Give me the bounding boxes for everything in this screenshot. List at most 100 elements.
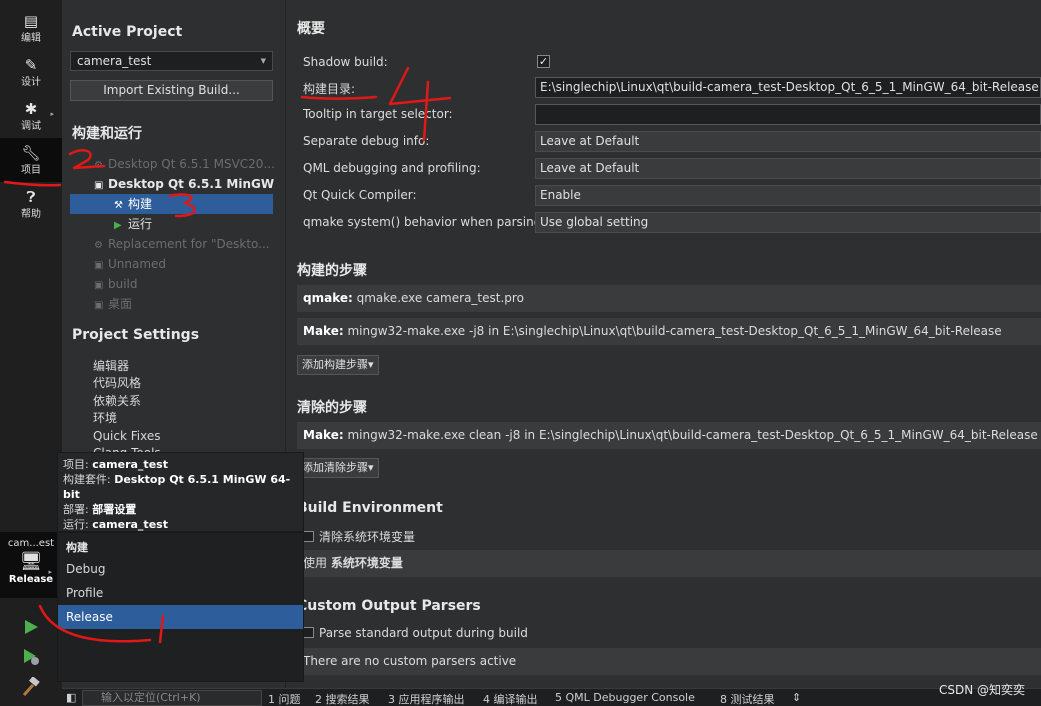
checkbox-box (303, 627, 314, 638)
mode-edit[interactable]: ▤ 编辑 (0, 6, 62, 50)
custom-parsers-summary: There are no custom parsers active (297, 648, 1041, 675)
watermark: CSDN @知奕奕 (938, 683, 1025, 697)
custom-parsers-heading: Custom Output Parsers (297, 598, 481, 614)
qt-quick-compiler-label: Qt Quick Compiler: (303, 188, 417, 202)
output-tab-compile-output[interactable]: 4 编译输出 (483, 691, 538, 706)
mode-design[interactable]: ✎ 设计 (0, 50, 62, 94)
run-icon (25, 620, 38, 634)
mode-debug[interactable]: ✱ 调试 ▸ (0, 94, 62, 138)
build-step-qmake[interactable]: qmake: qmake.exe camera_test.pro (297, 285, 1041, 312)
monitor-icon: 🖥︎ (19, 551, 43, 572)
kit-info-popup: 项目: camera_test 构建套件: Desktop Qt 6.5.1 M… (57, 452, 304, 532)
build-dir-input[interactable]: E:\singlechip\Linux\qt\build-camera_test… (535, 77, 1041, 98)
tree-kit-replacement[interactable]: ⚙ Replacement for "Deskto... (94, 234, 274, 254)
tree-kit-msvc[interactable]: ⚙ Desktop Qt 6.5.1 MSVC20... (94, 154, 274, 174)
tree-kit-build[interactable]: ▣ build (94, 274, 274, 294)
build-settings-panel: 概要 Shadow build: ✓ 构建目录: E:\singlechip\L… (287, 0, 1041, 688)
qmake-system-select[interactable]: Use global setting (535, 212, 1041, 233)
settings-editor[interactable]: 编辑器 (93, 358, 129, 375)
output-tab-issues[interactable]: 1 问题 (268, 691, 301, 706)
expand-arrow-icon: ▸ (48, 568, 52, 576)
build-type-label: Release (8, 574, 54, 585)
shadow-build-label: Shadow build: (303, 55, 388, 69)
qt-quick-compiler-select[interactable]: Enable (535, 185, 1041, 206)
monitor-icon: ▣ (94, 300, 104, 311)
locator-input[interactable]: 输入以定位(Ctrl+K) (82, 690, 262, 706)
settings-code-style[interactable]: 代码风格 (93, 375, 141, 392)
chevron-down-icon: ▼ (260, 57, 266, 65)
qml-debugging-select[interactable]: Leave at Default (535, 158, 1041, 179)
toggle-sidebar-icon[interactable]: ◧ (66, 691, 76, 704)
kit-project-name: cam...est (7, 538, 55, 549)
parse-stdout-checkbox[interactable]: Parse standard output during build (303, 626, 528, 640)
kit-icon: ⚙ (94, 240, 103, 251)
output-tab-test-results[interactable]: 8 测试结果 (720, 691, 775, 706)
mode-label: 帮助 (21, 208, 41, 220)
popup-run-row: 运行: camera_test (63, 518, 168, 531)
expand-arrow-icon: ▸ (50, 110, 54, 118)
kit-selector[interactable]: cam...est 🖥︎ ▸ Release (0, 532, 62, 598)
clean-steps-heading: 清除的步骤 (297, 400, 367, 416)
build-steps-heading: 构建的步骤 (297, 263, 367, 279)
mode-label: 编辑 (21, 32, 41, 44)
locator-placeholder: 输入以定位(Ctrl+K) (101, 691, 201, 704)
project-settings-heading: Project Settings (72, 327, 200, 343)
help-icon: ❓︎ (26, 187, 36, 206)
environment-summary[interactable]: 使用 系统环境变量 (297, 550, 1041, 577)
output-tab-app-output[interactable]: 3 应用程序输出 (388, 691, 465, 706)
shadow-build-checkbox[interactable]: ✓ (537, 55, 550, 68)
popup-deploy-row: 部署: 部署设置 (63, 503, 137, 516)
tooltip-label: Tooltip in target selector: (303, 107, 453, 121)
popup-kit-row: 构建套件: Desktop Qt 6.5.1 MinGW 64-bit (63, 473, 291, 501)
build-step-make[interactable]: Make: mingw32-make.exe -j8 in E:\singlec… (297, 318, 1041, 345)
build-config-heading: 构建 (66, 541, 88, 554)
active-project-heading: Active Project (72, 24, 183, 40)
build-config-release[interactable]: Release (58, 605, 303, 629)
build-run-heading: 构建和运行 (72, 126, 142, 142)
qml-debugging-label: QML debugging and profiling: (303, 161, 481, 175)
import-existing-build-button[interactable]: Import Existing Build... (70, 80, 273, 101)
monitor-icon: ▣ (94, 180, 104, 191)
run-button[interactable] (20, 616, 42, 638)
mode-help[interactable]: ❓︎ 帮助 (0, 182, 62, 226)
clear-system-env-checkbox[interactable]: 清除系统环境变量 (303, 528, 415, 545)
debug-run-icon (24, 649, 39, 665)
tree-run[interactable]: ▶ 运行 (114, 214, 294, 234)
build-config-profile[interactable]: Profile (58, 581, 303, 605)
mode-label: 调试 (21, 120, 41, 132)
monitor-icon: ▣ (94, 280, 104, 291)
debug-icon: ✱ (24, 99, 38, 118)
project-combo-value: camera_test (77, 54, 152, 68)
output-tab-qml-console[interactable]: 5 QML Debugger Console (555, 691, 695, 704)
hammer-icon (22, 677, 40, 697)
tooltip-input[interactable] (535, 104, 1041, 125)
build-environment-heading: Build Environment (297, 500, 443, 516)
clean-step-make[interactable]: Make: mingw32-make.exe clean -j8 in E:\s… (297, 422, 1041, 449)
checkbox-box (303, 531, 314, 542)
settings-dependencies[interactable]: 依赖关系 (93, 393, 141, 410)
popup-project-row: 项目: camera_test (63, 458, 168, 471)
kit-icon: ⚙ (94, 160, 103, 171)
debug-run-button[interactable] (20, 646, 42, 668)
hammer-icon: ⚒ (114, 200, 123, 211)
add-build-step-button[interactable]: 添加构建步骤▾ (297, 355, 379, 375)
add-clean-step-button[interactable]: 添加清除步骤▾ (297, 458, 379, 478)
run-icon: ▶ (114, 220, 122, 231)
tree-kit-unnamed[interactable]: ▣ Unnamed (94, 254, 274, 274)
mode-label: 项目 (21, 164, 41, 176)
build-config-debug[interactable]: Debug (58, 557, 303, 581)
more-tabs-icon[interactable]: ⇕ (792, 691, 801, 704)
output-tab-search[interactable]: 2 搜索结果 (315, 691, 370, 706)
general-heading: 概要 (297, 21, 325, 37)
tree-kit-desktop[interactable]: ▣ 桌面 (94, 294, 274, 314)
tree-build[interactable]: ⚒ 构建 (70, 194, 273, 214)
qmake-system-label: qmake system() behavior when parsing: (303, 215, 546, 229)
active-project-combo[interactable]: camera_test ▼ (70, 51, 273, 71)
tree-kit-mingw[interactable]: ▣ Desktop Qt 6.5.1 MinGW ... (94, 174, 274, 194)
settings-quick-fixes[interactable]: Quick Fixes (93, 428, 160, 445)
settings-environment[interactable]: 环境 (93, 410, 117, 427)
chevron-down-icon: ▾ (368, 461, 374, 474)
mode-project[interactable]: 🔧︎ 项目 (0, 138, 62, 182)
separate-debug-select[interactable]: Leave at Default (535, 131, 1041, 152)
build-button[interactable] (20, 676, 42, 698)
